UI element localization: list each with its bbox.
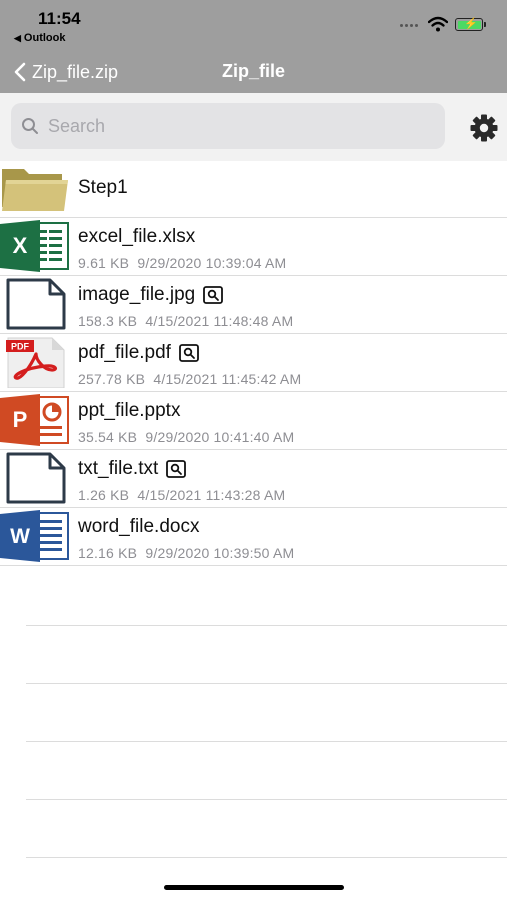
file-meta: 35.54 KB 9/29/2020 10:41:40 AM xyxy=(78,429,294,445)
document-icon xyxy=(6,452,66,504)
file-name-text: image_file.jpg xyxy=(78,284,196,305)
back-triangle-icon: ◀ xyxy=(14,33,21,43)
powerpoint-icon: P xyxy=(0,394,69,446)
file-name: txt_file.txt xyxy=(78,458,187,480)
empty-row-divider xyxy=(26,625,507,626)
back-app-label: Outlook xyxy=(23,32,66,44)
file-meta: 1.26 KB 4/15/2021 11:43:28 AM xyxy=(78,487,285,503)
file-size: 158.3 KB xyxy=(78,313,138,329)
preview-icon[interactable] xyxy=(179,344,199,362)
preview-icon[interactable] xyxy=(203,286,224,304)
list-item-pdf-file[interactable]: PDF pdf_file.pdf 257.78 KB 4/15/2021 11:… xyxy=(0,334,507,392)
list-item-word-file[interactable]: W word_file.docx 12.16 KB 9/29/2020 10:3… xyxy=(0,508,507,566)
svg-text:P: P xyxy=(13,407,28,432)
list-item-powerpoint-file[interactable]: P ppt_file.pptx 35.54 KB 9/29/2020 10:41… xyxy=(0,392,507,450)
cellular-signal-icon xyxy=(400,24,422,30)
file-name-text: pdf_file.pdf xyxy=(78,342,171,363)
document-icon xyxy=(6,278,66,330)
folder-icon xyxy=(2,169,68,211)
file-date: 4/15/2021 11:43:28 AM xyxy=(137,487,286,503)
list-item-folder[interactable]: Step1 xyxy=(0,161,507,218)
word-icon: W xyxy=(0,510,69,562)
search-bar-container xyxy=(0,93,507,161)
file-name: excel_file.xlsx xyxy=(78,226,196,247)
status-time: 11:54 xyxy=(38,9,81,28)
navigation-header: 11:54 ◀ Outlook ⚡ Zip_file.zip Zip_file xyxy=(0,0,507,93)
file-size: 1.26 KB xyxy=(78,487,130,503)
file-meta: 257.78 KB 4/15/2021 11:45:42 AM xyxy=(78,371,301,387)
empty-row-divider xyxy=(26,741,507,742)
home-indicator[interactable] xyxy=(164,885,344,890)
svg-text:X: X xyxy=(13,233,28,258)
list-item-text-file[interactable]: txt_file.txt 1.26 KB 4/15/2021 11:43:28 … xyxy=(0,450,507,508)
file-name: ppt_file.pptx xyxy=(78,400,181,421)
pdf-icon: PDF xyxy=(6,337,65,388)
svg-text:PDF: PDF xyxy=(11,342,30,352)
file-meta: 9.61 KB 9/29/2020 10:39:04 AM xyxy=(78,255,286,271)
file-size: 12.16 KB xyxy=(78,545,138,561)
file-date: 4/15/2021 11:45:42 AM xyxy=(153,371,302,387)
file-name: word_file.docx xyxy=(78,516,200,537)
back-to-app-link[interactable]: ◀ Outlook xyxy=(14,32,65,44)
file-name: image_file.jpg xyxy=(78,284,224,306)
file-date: 9/29/2020 10:41:40 AM xyxy=(145,429,295,445)
list-item-image-file[interactable]: image_file.jpg 158.3 KB 4/15/2021 11:48:… xyxy=(0,276,507,334)
file-size: 9.61 KB xyxy=(78,255,130,271)
file-date: 4/15/2021 11:48:48 AM xyxy=(145,313,294,329)
file-name: Step1 xyxy=(78,177,128,198)
wifi-icon xyxy=(428,16,448,32)
file-size: 257.78 KB xyxy=(78,371,146,387)
empty-row-divider xyxy=(26,857,507,858)
file-meta: 12.16 KB 9/29/2020 10:39:50 AM xyxy=(78,545,294,561)
back-button-label: Zip_file.zip xyxy=(32,61,119,82)
search-icon xyxy=(22,118,38,134)
search-input[interactable] xyxy=(46,114,430,138)
excel-icon: X xyxy=(0,220,69,272)
chevron-left-icon xyxy=(14,62,26,82)
file-list: Step1 X excel_file.xlsx 9.61 KB 9/29/202… xyxy=(0,161,507,566)
charging-bolt-icon: ⚡ xyxy=(464,18,478,30)
file-size: 35.54 KB xyxy=(78,429,138,445)
empty-row-divider xyxy=(26,799,507,800)
file-name: pdf_file.pdf xyxy=(78,342,199,364)
file-date: 9/29/2020 10:39:50 AM xyxy=(145,545,295,561)
svg-text:W: W xyxy=(10,525,30,548)
empty-row-divider xyxy=(26,683,507,684)
preview-icon[interactable] xyxy=(166,460,187,478)
file-meta: 158.3 KB 4/15/2021 11:48:48 AM xyxy=(78,313,293,329)
search-field[interactable] xyxy=(11,103,445,149)
file-date: 9/29/2020 10:39:04 AM xyxy=(137,255,287,271)
list-item-excel-file[interactable]: X excel_file.xlsx 9.61 KB 9/29/2020 10:3… xyxy=(0,218,507,276)
settings-gear-icon[interactable] xyxy=(469,113,499,143)
back-button[interactable]: Zip_file.zip xyxy=(14,60,118,84)
battery-icon: ⚡ xyxy=(455,18,486,31)
file-name-text: txt_file.txt xyxy=(78,458,159,479)
